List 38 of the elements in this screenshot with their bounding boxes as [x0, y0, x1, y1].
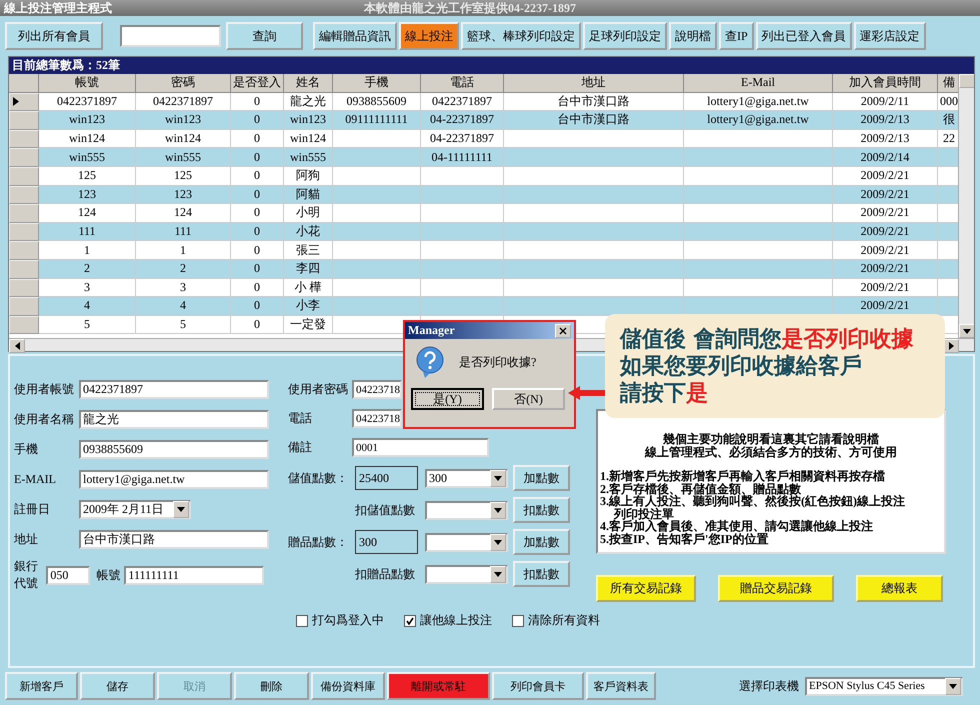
field-label: 地址: [14, 531, 39, 548]
help-text-line: 4.客戶加入會員後、准其使用、請勾選讓他線上投注: [600, 520, 874, 532]
callout-text: 儲值後 會詢問您是否列印收據: [620, 326, 915, 353]
help-text-line: 1.新增客戶先按新增客戶再輸入客戶相關資料再按存檔: [600, 470, 886, 482]
field-label: 儲值點數：: [288, 470, 349, 486]
field-label: 使用者帳號: [14, 381, 75, 398]
window-subtitle: 本軟體由龍之光工作室提供04-2237-1897: [364, 0, 576, 16]
help-text-line: 2.客戶存檔後、再儲值金額、贈品點數: [600, 482, 801, 495]
field-label: 帳號: [96, 566, 122, 584]
table-cell: 0: [231, 316, 284, 334]
field-label: 銀行代號: [14, 558, 39, 592]
field-label: 備註: [288, 439, 313, 456]
field-label: 扣贈品點數: [354, 566, 416, 582]
field-label: 扣儲值點數: [354, 502, 416, 518]
help-text-line: 5.按查IP、告知客戶'您IP的位置: [600, 532, 768, 545]
record-count-bar: 目前總筆數爲：52筆: [9, 57, 974, 74]
field-label: 註冊日: [14, 501, 51, 518]
table-cell: 5: [136, 316, 231, 334]
help-text-line: 列印投注單: [614, 508, 674, 520]
field-label: 使用者名稱: [14, 411, 75, 428]
dialog-title: Manager: [408, 323, 455, 338]
field-label: 手機: [14, 441, 39, 458]
help-text-line: 幾個主要功能說明看這裏其它請看說明檔: [663, 433, 880, 446]
points-value: 300: [355, 530, 418, 554]
field-label: 使用者密碼: [288, 381, 349, 398]
help-text-line: 3.線上有人投注、聽到狗叫聲、然後按(紅色按鈕)線上投注: [600, 495, 906, 508]
callout-text: 請按下是: [620, 380, 709, 407]
window-title: 線上投注管理主程式: [4, 0, 113, 16]
table-cell: 一定發: [284, 316, 333, 334]
field-label: 贈品點數：: [288, 534, 349, 550]
callout-text: 如果您要列印收據給客戶: [620, 353, 863, 380]
table-cell: 5: [39, 316, 136, 334]
help-text-line: 線上管理程式、必須結合多方的技術、方可使用: [644, 446, 898, 458]
field-label: 電話: [288, 410, 313, 427]
field-label: E-MAIL: [14, 472, 57, 487]
printer-label: 選擇印表機: [739, 678, 799, 694]
dialog-message: 是否列印收據?: [459, 354, 536, 370]
points-value: 25400: [355, 466, 418, 490]
